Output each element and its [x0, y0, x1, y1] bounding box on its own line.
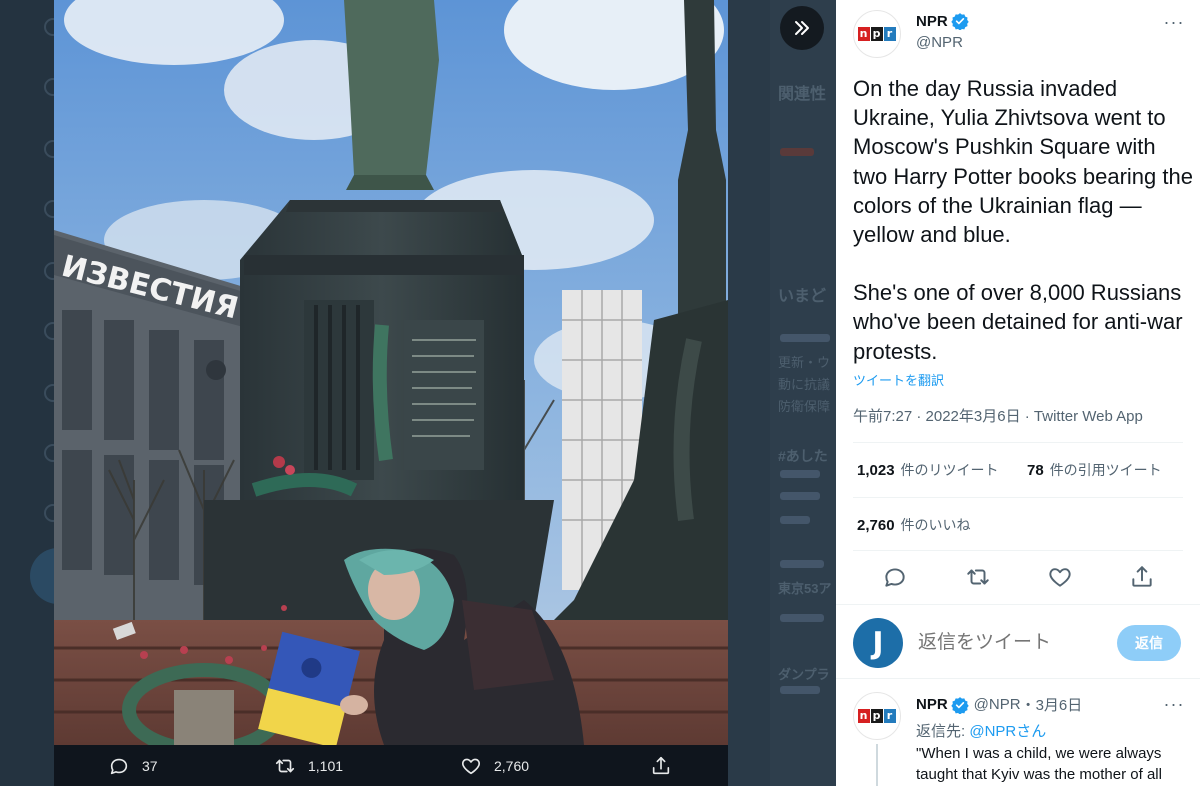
quotes-count: 78 — [1027, 462, 1044, 479]
photo-action-bar: 37 1,101 2,760 — [54, 745, 728, 786]
like-button[interactable] — [1047, 564, 1073, 590]
divider — [836, 678, 1200, 679]
author-avatar[interactable]: n p r — [853, 10, 901, 58]
heart-icon — [1049, 568, 1071, 587]
author-name-row[interactable]: NPR — [916, 12, 969, 30]
background-text: 防衛保障 — [778, 399, 831, 414]
logo-letter: p — [870, 27, 883, 41]
background-sidebar: 関連性 いまど 更新・ウ 動に抗議 防衛保障 #あした 東京53ア ダンプラ — [770, 0, 836, 786]
quotes-label: 件の引用ツイート — [1049, 462, 1162, 478]
npr-logo: n p r — [857, 27, 897, 41]
background-text: 東京53ア — [778, 581, 832, 596]
retweet-button[interactable] — [965, 564, 991, 590]
photo-reply-count: 37 — [142, 757, 158, 774]
divider — [853, 550, 1183, 551]
tweet-timestamp[interactable]: 午前7:27 · 2022年3月6日 · Twitter Web App — [853, 405, 1143, 426]
photo-retweet-count: 1,101 — [308, 757, 344, 774]
background-text: #あした — [778, 448, 828, 464]
reply-author-name: NPR — [916, 696, 948, 713]
background-heading: いまど — [778, 288, 827, 305]
avatar-letter: J — [872, 625, 884, 661]
reply-author-row[interactable]: NPR @NPR ・3月6日 — [916, 694, 1082, 715]
reply-submit-button[interactable]: 返信 — [1117, 625, 1181, 661]
likes-stat[interactable]: 2,760 件のいいね — [857, 515, 971, 535]
share-icon — [652, 756, 670, 774]
retweets-label: 件のリツイート — [900, 462, 999, 478]
logo-letter: r — [883, 709, 896, 723]
logo-letter: n — [857, 27, 870, 41]
chevrons-right-icon — [795, 21, 809, 35]
logo-letter: r — [883, 27, 896, 41]
author-handle[interactable]: @NPR — [916, 34, 963, 51]
photo-retweet-button[interactable]: 1,101 — [274, 745, 343, 786]
photo-like-button[interactable]: 2,760 — [460, 745, 529, 786]
tweet-text: On the day Russia invaded Ukraine, Yulia… — [853, 74, 1193, 366]
retweet-icon — [275, 759, 295, 772]
retweets-count: 1,023 — [857, 462, 895, 479]
replying-to-prefix: 返信先: — [916, 723, 970, 740]
logo-letter: p — [870, 709, 883, 723]
quote-tweets-stat[interactable]: 78 件の引用ツイート — [1027, 460, 1162, 480]
tweet-photo[interactable]: ИЗВЕСТИЯ — [54, 0, 728, 745]
retweets-stat[interactable]: 1,023 件のリツイート — [857, 460, 999, 480]
verified-badge-icon — [950, 696, 969, 714]
share-button[interactable] — [1129, 564, 1155, 590]
reply-tweet-text: "When I was a child, we were always taug… — [916, 745, 1162, 783]
share-icon — [1132, 566, 1152, 587]
tweet-detail-panel: n p r NPR @NPR ··· On the day Russia inv… — [836, 0, 1200, 786]
reply-date: ・3月6日 — [1020, 697, 1083, 714]
thread-line — [876, 744, 878, 786]
replying-to: 返信先: @NPRさん — [916, 720, 1046, 741]
photo-share-button[interactable] — [650, 745, 684, 786]
photo-illustration: ИЗВЕСТИЯ — [54, 0, 728, 745]
background-text — [780, 470, 820, 478]
retweet-icon — [967, 569, 989, 585]
likes-label: 件のいいね — [900, 517, 971, 533]
photo-reply-button[interactable]: 37 — [108, 745, 158, 786]
collapse-panel-button[interactable] — [780, 6, 824, 50]
current-user-avatar[interactable]: J — [853, 618, 903, 668]
reply-author-avatar[interactable]: n p r — [853, 692, 901, 740]
reply-input[interactable] — [918, 632, 1118, 654]
background-text — [780, 614, 824, 622]
background-text — [780, 492, 820, 500]
reply-author-handle: @NPR — [973, 696, 1021, 713]
tweet-text-paragraph: She's one of over 8,000 Russians who've … — [853, 280, 1183, 364]
background-text — [780, 560, 824, 568]
tweet-text-paragraph: On the day Russia invaded Ukraine, Yulia… — [853, 76, 1193, 248]
background-logo — [780, 148, 814, 156]
reply-icon — [885, 568, 905, 587]
divider — [853, 442, 1183, 443]
background-text — [780, 516, 810, 524]
background-text: ダンプラ — [778, 667, 830, 682]
divider — [836, 604, 1200, 605]
background-text — [780, 686, 820, 694]
verified-badge-icon — [950, 13, 969, 30]
background-text: 更新・ウ — [778, 355, 831, 370]
divider — [853, 497, 1183, 498]
author-name: NPR — [916, 12, 948, 30]
background-text — [780, 334, 830, 342]
photo-like-count: 2,760 — [494, 757, 530, 774]
reply-more-options-icon[interactable]: ··· — [1162, 692, 1186, 716]
reply-icon — [110, 758, 128, 774]
translate-tweet-link[interactable]: ツイートを翻訳 — [853, 370, 944, 389]
background-heading: 関連性 — [778, 86, 827, 103]
background-text: 動に抗議 — [778, 377, 831, 392]
likes-count: 2,760 — [857, 517, 895, 534]
background-nav-rail — [0, 0, 62, 786]
reply-button[interactable] — [882, 564, 908, 590]
more-options-icon[interactable]: ··· — [1162, 10, 1186, 34]
npr-logo: n p r — [857, 709, 897, 723]
replying-to-handle-link[interactable]: @NPRさん — [969, 723, 1046, 740]
heart-icon — [462, 758, 480, 774]
logo-letter: n — [857, 709, 870, 723]
